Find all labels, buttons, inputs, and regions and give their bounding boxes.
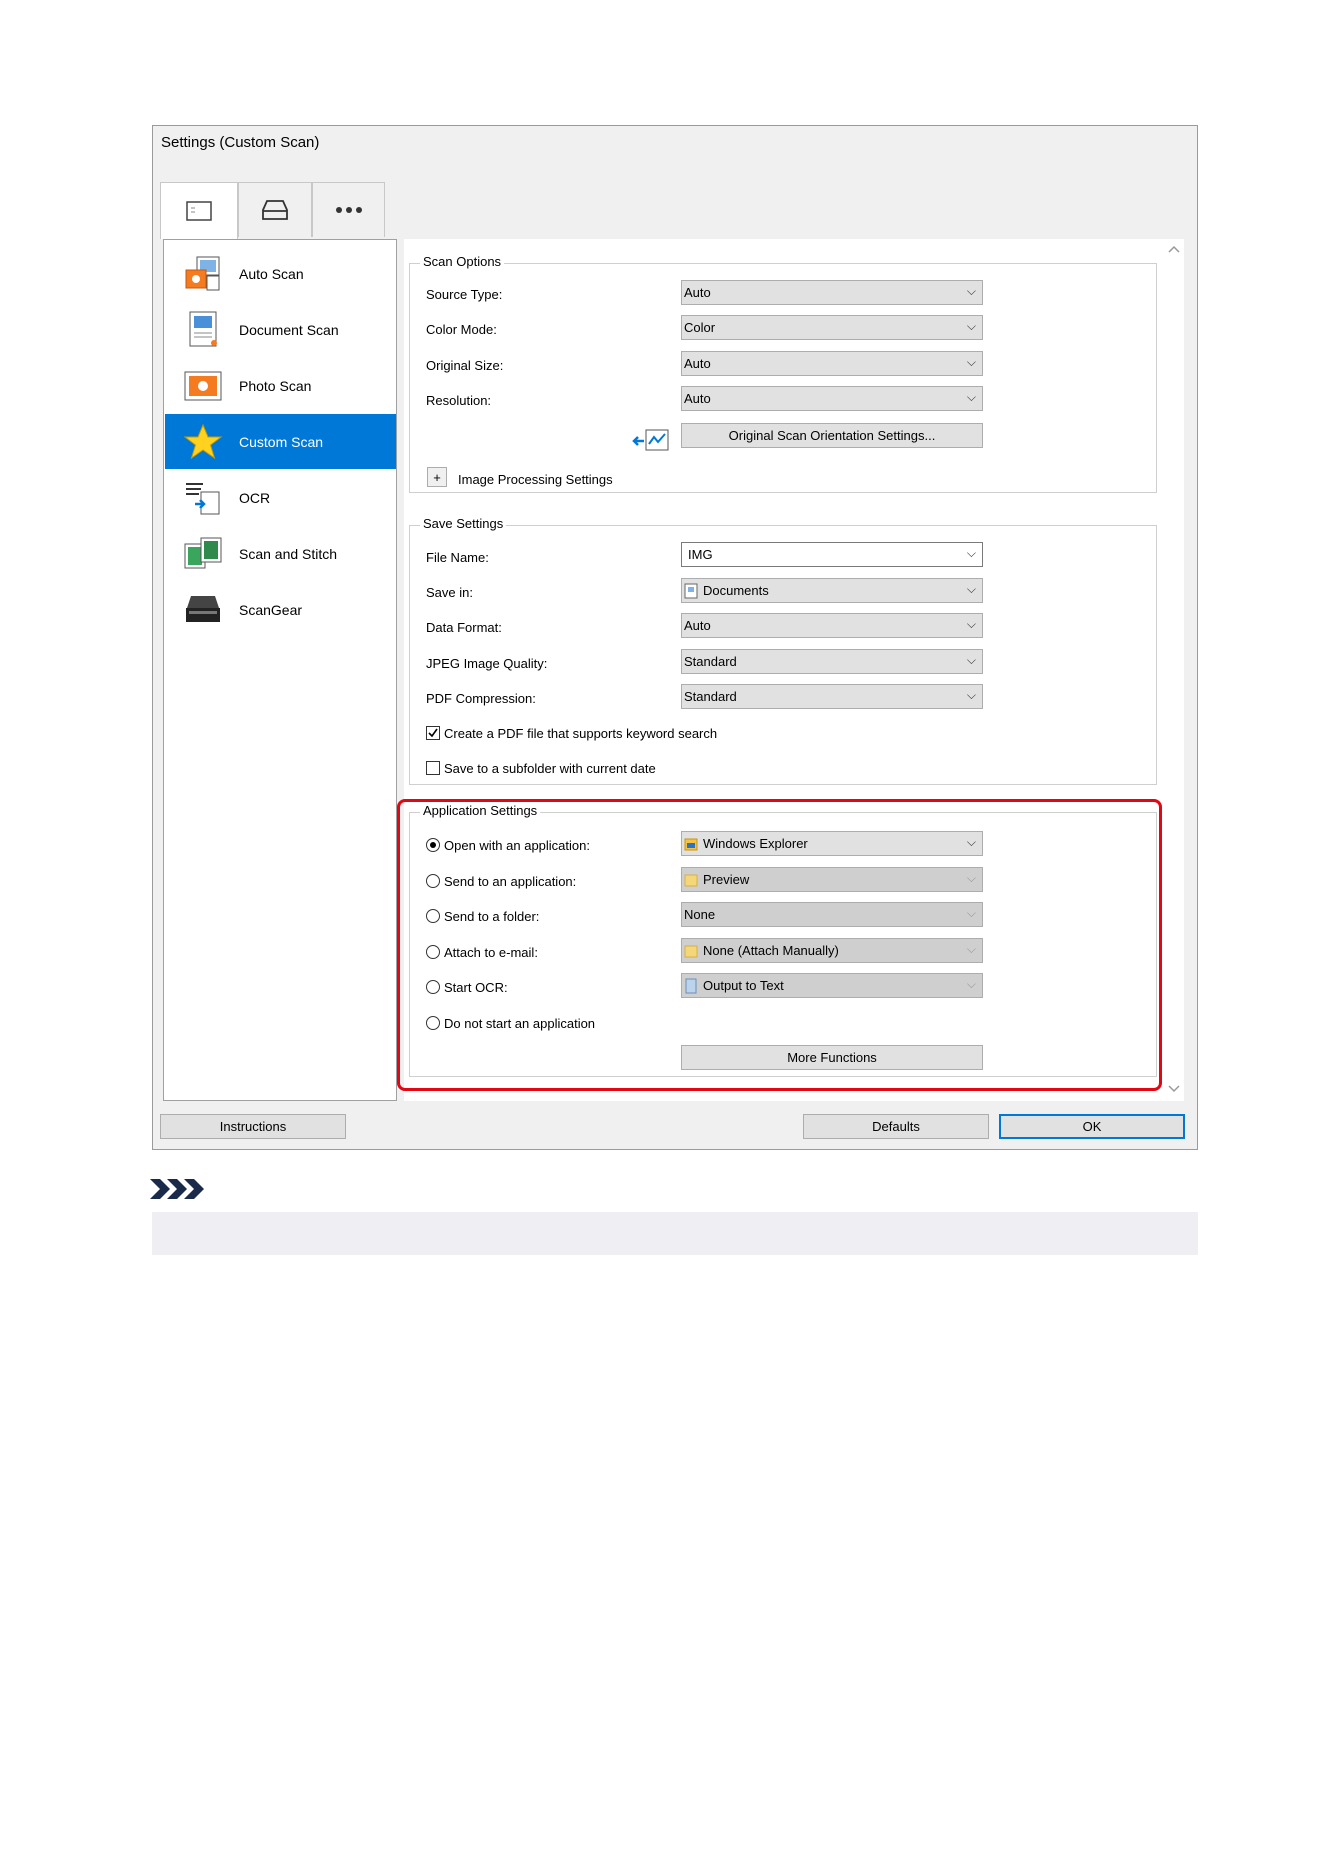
source-type-dropdown[interactable]: Auto ⌵ (681, 280, 983, 305)
sidebar-item-label: Photo Scan (239, 377, 312, 394)
window-title: Settings (Custom Scan) (161, 134, 320, 151)
sidebar-item-label: Scan and Stitch (239, 545, 338, 562)
defaults-button[interactable]: Defaults (803, 1114, 989, 1139)
sidebar-item-auto-scan[interactable]: Auto Scan (165, 246, 396, 301)
file-name-combobox[interactable]: IMG ⌵ (681, 542, 983, 567)
subfolder-date-checkbox[interactable] (426, 761, 440, 775)
dropdown-value: IMG (688, 547, 713, 562)
instructions-button[interactable]: Instructions (160, 1114, 346, 1139)
jpeg-quality-label: JPEG Image Quality: (426, 656, 548, 671)
ok-button[interactable]: OK (999, 1114, 1185, 1139)
save-in-dropdown[interactable]: Documents ⌵ (681, 578, 983, 603)
scan-type-sidebar: Auto Scan Document Scan Photo Scan Custo… (163, 239, 397, 1101)
chevron-down-icon: ⌵ (966, 688, 976, 702)
chevron-down-icon: ⌵ (966, 284, 976, 298)
sidebar-item-label: Document Scan (239, 321, 339, 338)
chevron-down-icon: ⌵ (966, 582, 976, 596)
note-bar (152, 1212, 1198, 1255)
sidebar-item-ocr[interactable]: OCR (165, 470, 396, 525)
sidebar-item-label: Custom Scan (239, 433, 324, 450)
sidebar-item-label: Auto Scan (239, 265, 304, 282)
dropdown-value: Documents (703, 583, 769, 598)
chevron-down-icon: ⌵ (966, 546, 976, 560)
color-mode-label: Color Mode: (426, 322, 497, 337)
tab-general-settings[interactable] (312, 182, 385, 237)
group-title: Save Settings (420, 516, 507, 531)
chevron-down-icon: ⌵ (966, 319, 976, 333)
sidebar-item-label: OCR (239, 489, 271, 506)
star-icon (183, 422, 223, 462)
tab-scan-settings[interactable] (160, 182, 238, 239)
note-chevrons-icon (150, 1179, 204, 1199)
sidebar-item-document-scan[interactable]: Document Scan (165, 302, 396, 357)
orientation-settings-button[interactable]: Original Scan Orientation Settings... (681, 423, 983, 448)
original-size-dropdown[interactable]: Auto ⌵ (681, 351, 983, 376)
source-type-label: Source Type: (426, 287, 503, 302)
dropdown-value: Auto (684, 356, 711, 371)
chevron-down-icon: ⌵ (966, 617, 976, 631)
list-icon (186, 201, 212, 221)
vertical-scrollbar[interactable] (1164, 239, 1184, 1101)
chevron-down-icon: ⌵ (966, 390, 976, 404)
sidebar-item-scan-and-stitch[interactable]: Scan and Stitch (165, 526, 396, 581)
dropdown-value: Standard (684, 654, 737, 669)
color-mode-dropdown[interactable]: Color ⌵ (681, 315, 983, 340)
photo-scan-icon (183, 366, 223, 406)
stitch-icon (183, 534, 223, 574)
ocr-icon (183, 478, 223, 518)
tab-scanner-settings[interactable] (238, 182, 312, 237)
dropdown-value: Color (684, 320, 716, 335)
ellipsis-icon (335, 207, 362, 213)
keyword-search-label: Create a PDF file that supports keyword … (444, 726, 718, 741)
subfolder-date-label: Save to a subfolder with current date (444, 761, 656, 776)
auto-scan-icon (183, 254, 223, 294)
image-processing-label: Image Processing Settings (458, 472, 613, 487)
resolution-dropdown[interactable]: Auto ⌵ (681, 386, 983, 411)
chevron-down-icon: ⌵ (966, 653, 976, 667)
sidebar-item-scangear[interactable]: ScanGear (165, 582, 396, 637)
sidebar-item-label: ScanGear (239, 601, 303, 618)
scanner-icon (262, 200, 288, 220)
pdf-compression-dropdown[interactable]: Standard ⌵ (681, 684, 983, 709)
dropdown-value: Standard (684, 689, 737, 704)
scroll-up-icon[interactable] (1168, 245, 1180, 253)
document-scan-icon (183, 310, 223, 350)
highlight-frame (397, 799, 1162, 1091)
file-name-label: File Name: (426, 550, 489, 565)
data-format-dropdown[interactable]: Auto ⌵ (681, 613, 983, 638)
pdf-compression-label: PDF Compression: (426, 691, 536, 706)
chevron-down-icon: ⌵ (966, 355, 976, 369)
resolution-label: Resolution: (426, 393, 492, 408)
scanner-icon (183, 590, 223, 630)
sidebar-item-photo-scan[interactable]: Photo Scan (165, 358, 396, 413)
keyword-search-checkbox[interactable] (426, 726, 440, 740)
dropdown-value: Auto (684, 285, 711, 300)
scroll-down-icon[interactable] (1168, 1085, 1180, 1093)
original-size-label: Original Size: (426, 358, 504, 373)
group-title: Scan Options (420, 254, 505, 269)
image-processing-expand-button[interactable]: + (427, 467, 447, 487)
jpeg-quality-dropdown[interactable]: Standard ⌵ (681, 649, 983, 674)
save-in-label: Save in: (426, 585, 473, 600)
sidebar-item-custom-scan[interactable]: Custom Scan (165, 414, 396, 469)
data-format-label: Data Format: (426, 620, 502, 635)
orientation-icon (632, 429, 669, 451)
documents-folder-icon (684, 583, 698, 598)
dropdown-value: Auto (684, 618, 711, 633)
dropdown-value: Auto (684, 391, 711, 406)
checkmark-icon (428, 728, 438, 738)
